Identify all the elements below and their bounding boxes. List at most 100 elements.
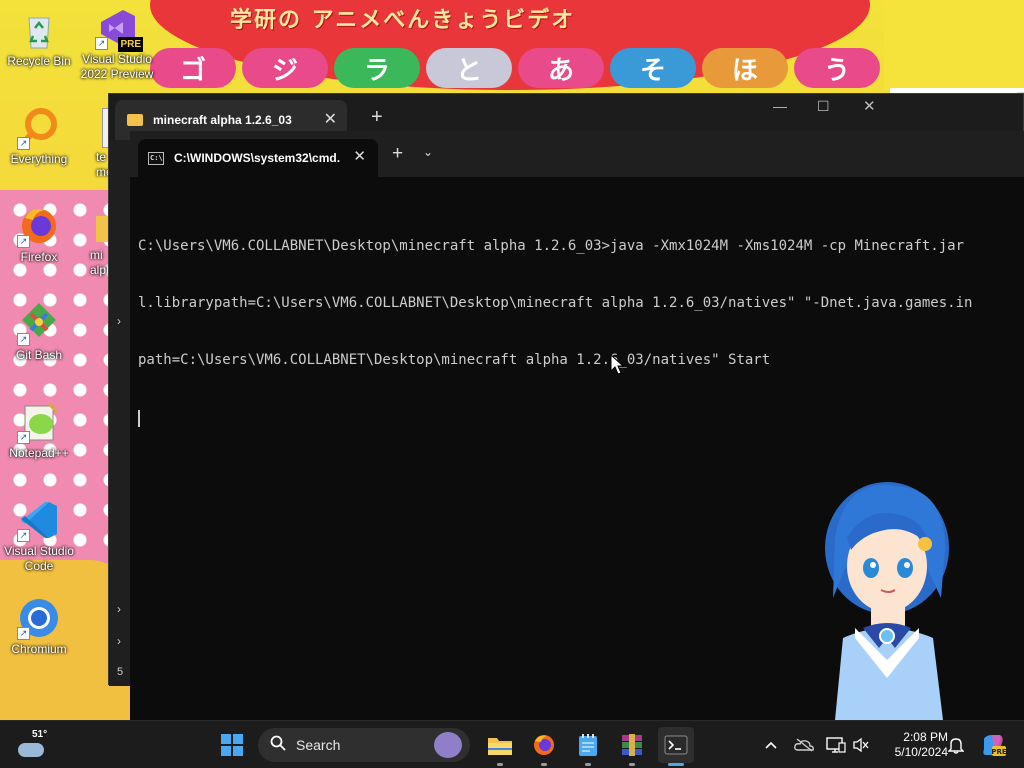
- weather-cloud-icon: [18, 743, 44, 757]
- folder-icon: [127, 114, 143, 126]
- desktop-icon-label: Everything: [10, 152, 68, 166]
- chevron-right-icon[interactable]: ›: [117, 602, 121, 616]
- windows-logo-icon: [221, 734, 243, 756]
- close-window-button[interactable]: ✕: [863, 97, 876, 115]
- network-tray-icon[interactable]: [826, 721, 846, 768]
- wallpaper-bubble: と: [426, 48, 512, 88]
- active-window-indicator: [668, 763, 684, 766]
- wallpaper-bubble-row: ゴジラとあそほう: [150, 48, 880, 88]
- desktop-icon-git-bash[interactable]: ↗ Git Bash: [0, 302, 78, 363]
- new-tab-button[interactable]: +: [371, 106, 383, 129]
- volume-tray-icon[interactable]: [852, 721, 870, 768]
- desktop-icon-recycle-bin[interactable]: Recycle Bin: [0, 8, 78, 69]
- desktop-icon-label: te mess: [96, 150, 110, 179]
- taskbar: 51° Search 2:08 PM 5/10/2024 PRE: [0, 720, 1024, 768]
- desktop-icon-label: mi alpha: [90, 248, 110, 277]
- close-tab-button[interactable]: ✕: [353, 147, 366, 165]
- desktop-icon-te-mess-partial[interactable]: te mess: [80, 106, 110, 180]
- copilot-icon: PRE: [983, 735, 1006, 756]
- chevron-right-icon[interactable]: ›: [117, 634, 121, 648]
- terminal-line: C:\Users\VM6.COLLABNET\Desktop\minecraft…: [138, 238, 965, 254]
- minimize-button[interactable]: —: [773, 98, 787, 114]
- desktop-icon-label: Notepad++: [9, 446, 69, 460]
- svg-text:PRE: PRE: [991, 748, 1006, 756]
- show-hidden-icons-button[interactable]: [764, 721, 778, 768]
- vscode-icon: ↗: [17, 498, 61, 542]
- speaker-muted-icon: [853, 737, 869, 753]
- notepad-icon: [579, 734, 597, 756]
- shortcut-arrow-icon: ↗: [17, 137, 30, 150]
- network-icon: [826, 737, 846, 753]
- preview-badge: PRE: [118, 37, 143, 52]
- shortcut-arrow-icon: ↗: [17, 627, 30, 640]
- close-tab-button[interactable]: ✕: [324, 109, 337, 129]
- chevron-down-icon[interactable]: ⌄: [423, 145, 433, 159]
- desktop-icon-visual-studio-2022-preview[interactable]: PRE ↗ Visual Studio 2022 Preview: [78, 6, 156, 82]
- desktop-icon-label: Visual Studio 2022 Preview: [80, 52, 154, 81]
- maximize-button[interactable]: ☐: [817, 98, 830, 115]
- terminal-tab[interactable]: C:\ C:\WINDOWS\system32\cmd. ✕: [138, 139, 378, 177]
- wallpaper-bubble: そ: [610, 48, 696, 88]
- notepad-plus-plus-icon: ↗: [17, 400, 61, 444]
- desktop-icon-everything[interactable]: ↗ Everything: [0, 106, 78, 167]
- wallpaper-yellow-area: [884, 0, 1024, 90]
- new-tab-button[interactable]: +: [392, 143, 403, 165]
- desktop-mascot-image: [815, 478, 965, 720]
- text-cursor: [138, 410, 140, 427]
- desktop-icon-label: Visual Studio Code: [4, 544, 74, 573]
- running-indicator: [497, 763, 503, 766]
- desktop-icon-firefox[interactable]: ↗ Firefox: [0, 204, 78, 265]
- start-button[interactable]: [214, 727, 250, 763]
- cmd-icon: C:\: [148, 151, 164, 165]
- desktop-icon-label: Recycle Bin: [7, 54, 71, 68]
- wallpaper-bubble: ジ: [242, 48, 328, 88]
- visual-studio-icon: PRE ↗: [95, 6, 143, 52]
- explorer-nav-pane: › › › 5: [109, 140, 131, 686]
- shortcut-arrow-icon: ↗: [17, 431, 30, 444]
- running-indicator: [585, 763, 591, 766]
- wallpaper-banner-text: 学研の アニメべんきょうビデオ: [230, 8, 576, 33]
- taskbar-winrar[interactable]: [614, 727, 650, 766]
- notifications-button[interactable]: [948, 721, 964, 768]
- desktop-icon-minecraft-alpha-partial[interactable]: mi alpha: [80, 204, 110, 278]
- weather-temperature: 51°: [32, 729, 48, 740]
- taskbar-firefox[interactable]: [526, 727, 562, 766]
- taskbar-notepad[interactable]: [570, 727, 606, 766]
- git-bash-icon: ↗: [17, 302, 61, 346]
- desktop-icon-visual-studio-code[interactable]: ↗ Visual Studio Code: [0, 498, 78, 574]
- search-placeholder: Search: [296, 737, 341, 753]
- text-file-icon: [80, 106, 110, 150]
- wallpaper-bubble: あ: [518, 48, 604, 88]
- terminal-icon: [664, 735, 688, 755]
- copilot-button[interactable]: PRE: [980, 721, 1006, 768]
- chevron-right-icon[interactable]: ›: [117, 314, 121, 328]
- clock-time: 2:08 PM: [903, 730, 948, 744]
- file-explorer-icon: [488, 738, 512, 755]
- winrar-icon: [622, 734, 642, 756]
- search-icon: [270, 735, 286, 755]
- taskbar-clock[interactable]: 2:08 PM 5/10/2024: [880, 730, 948, 760]
- terminal-line: path=C:\Users\VM6.COLLABNET\Desktop\mine…: [138, 352, 771, 368]
- recycle-bin-icon: [17, 8, 61, 52]
- wallpaper-bubble: ほ: [702, 48, 788, 88]
- onedrive-tray-icon[interactable]: [794, 721, 814, 768]
- wallpaper-bubble: ラ: [334, 48, 420, 88]
- shortcut-arrow-icon: ↗: [17, 333, 30, 346]
- bell-icon: [948, 738, 964, 754]
- everything-icon: ↗: [17, 106, 61, 150]
- shortcut-arrow-icon: ↗: [17, 529, 30, 542]
- terminal-tab-bar: C:\ C:\WINDOWS\system32\cmd. ✕ + ⌄: [130, 131, 1024, 177]
- nav-count-label: 5: [117, 666, 124, 678]
- taskbar-search[interactable]: Search: [258, 728, 470, 762]
- firefox-icon: [534, 735, 554, 755]
- desktop-icon-notepad-plus-plus[interactable]: ↗ Notepad++: [0, 400, 78, 461]
- running-indicator: [629, 763, 635, 766]
- mouse-pointer-icon: [610, 353, 625, 381]
- chevron-up-icon: [764, 737, 778, 753]
- wallpaper-bubble: ゴ: [150, 48, 236, 88]
- search-highlight-icon: [434, 732, 462, 758]
- desktop-icon-label: Git Bash: [15, 348, 63, 362]
- taskbar-file-explorer[interactable]: [482, 727, 518, 766]
- desktop-icon-chromium[interactable]: ↗ Chromium: [0, 596, 78, 657]
- taskbar-terminal[interactable]: [658, 727, 694, 766]
